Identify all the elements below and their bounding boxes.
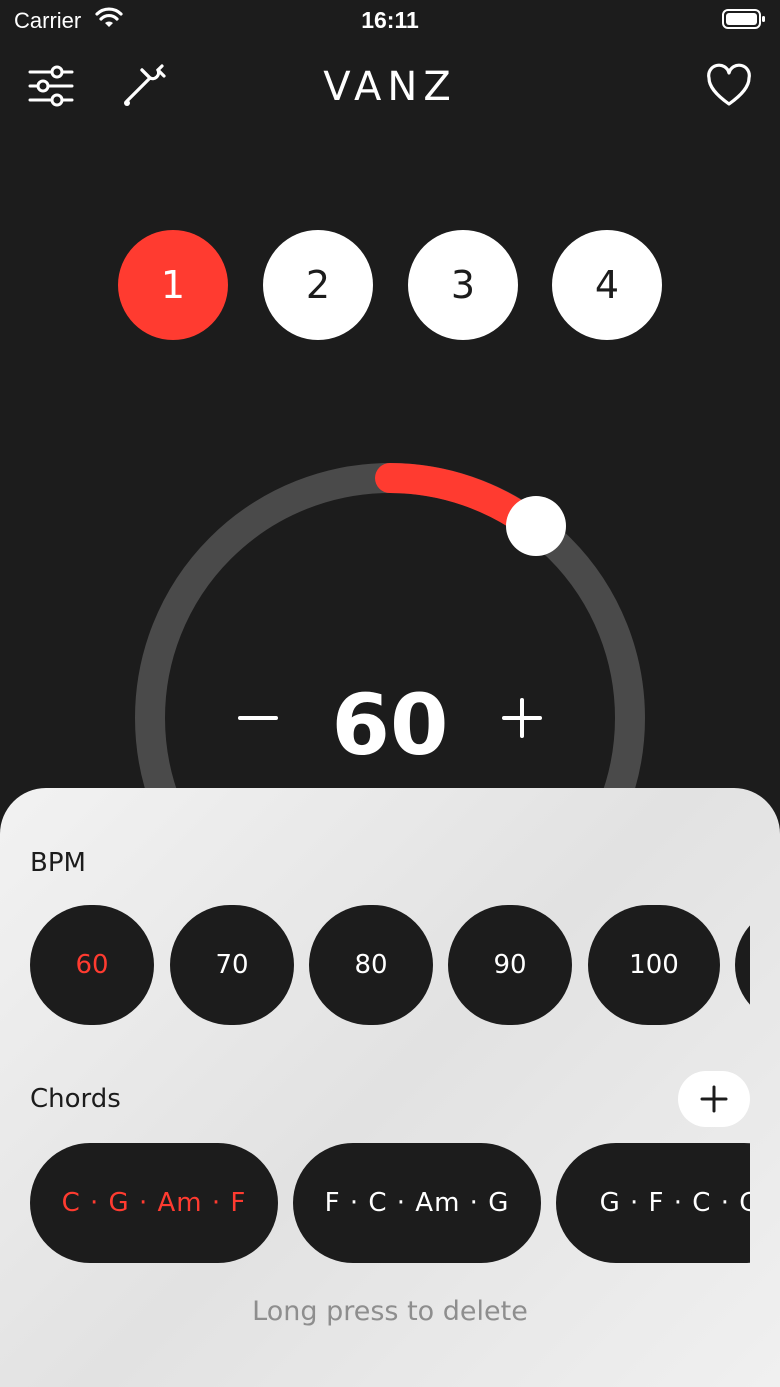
bpm-section-label: BPM bbox=[30, 848, 86, 878]
bpm-option-label: 60 bbox=[75, 950, 109, 980]
dial-knob bbox=[506, 496, 566, 556]
bpm-option-100[interactable]: 100 bbox=[588, 905, 720, 1025]
chord-progression-label: F · C · Am · G bbox=[324, 1188, 510, 1218]
presets-sheet: BPM 60 70 80 90 100 Chords C · G · Am · … bbox=[0, 788, 780, 1387]
beat-label: 4 bbox=[594, 263, 620, 307]
beat-button-4[interactable]: 4 bbox=[552, 230, 662, 340]
plus-icon[interactable] bbox=[492, 688, 552, 748]
chord-progression-1[interactable]: C · G · Am · F bbox=[30, 1143, 278, 1263]
chord-progressions[interactable]: C · G · Am · F F · C · Am · G G · F · C … bbox=[30, 1143, 750, 1263]
heart-icon[interactable] bbox=[705, 62, 753, 110]
nav-bar: VANZ bbox=[0, 50, 780, 122]
bpm-option-90[interactable]: 90 bbox=[448, 905, 572, 1025]
beat-label: 3 bbox=[450, 263, 476, 307]
bpm-option-70[interactable]: 70 bbox=[170, 905, 294, 1025]
app-title: VANZ bbox=[323, 64, 457, 110]
tempo-controls: 60 bbox=[0, 670, 780, 774]
bpm-option-80[interactable]: 80 bbox=[309, 905, 433, 1025]
beat-label: 1 bbox=[160, 263, 186, 307]
add-chord-button[interactable] bbox=[678, 1071, 750, 1127]
beat-button-2[interactable]: 2 bbox=[263, 230, 373, 340]
chord-progression-2[interactable]: F · C · Am · G bbox=[293, 1143, 541, 1263]
bpm-option-label: 70 bbox=[215, 950, 249, 980]
bpm-option-label: 100 bbox=[629, 950, 679, 980]
beat-label: 2 bbox=[305, 263, 331, 307]
chord-progression-label: G · F · C · G bbox=[599, 1188, 750, 1218]
bpm-option-label: 80 bbox=[354, 950, 388, 980]
status-bar: Carrier 16:11 bbox=[0, 0, 780, 40]
chords-section-label: Chords bbox=[30, 1084, 121, 1114]
beat-button-3[interactable]: 3 bbox=[408, 230, 518, 340]
beat-button-1[interactable]: 1 bbox=[118, 230, 228, 340]
chord-progression-label: C · G · Am · F bbox=[61, 1188, 247, 1218]
status-time: 16:11 bbox=[361, 7, 419, 33]
bpm-option-more[interactable] bbox=[735, 905, 750, 1025]
battery-icon bbox=[722, 8, 766, 34]
bpm-option-60[interactable]: 60 bbox=[30, 905, 154, 1025]
delete-hint: Long press to delete bbox=[252, 1296, 528, 1327]
bpm-option-label: 90 bbox=[493, 950, 527, 980]
plus-icon bbox=[700, 1085, 728, 1113]
beat-selector: 1 2 3 4 bbox=[118, 230, 678, 340]
chord-progression-3[interactable]: G · F · C · G bbox=[556, 1143, 750, 1263]
tempo-value: 60 bbox=[331, 676, 449, 774]
bpm-options[interactable]: 60 70 80 90 100 bbox=[30, 905, 750, 1025]
